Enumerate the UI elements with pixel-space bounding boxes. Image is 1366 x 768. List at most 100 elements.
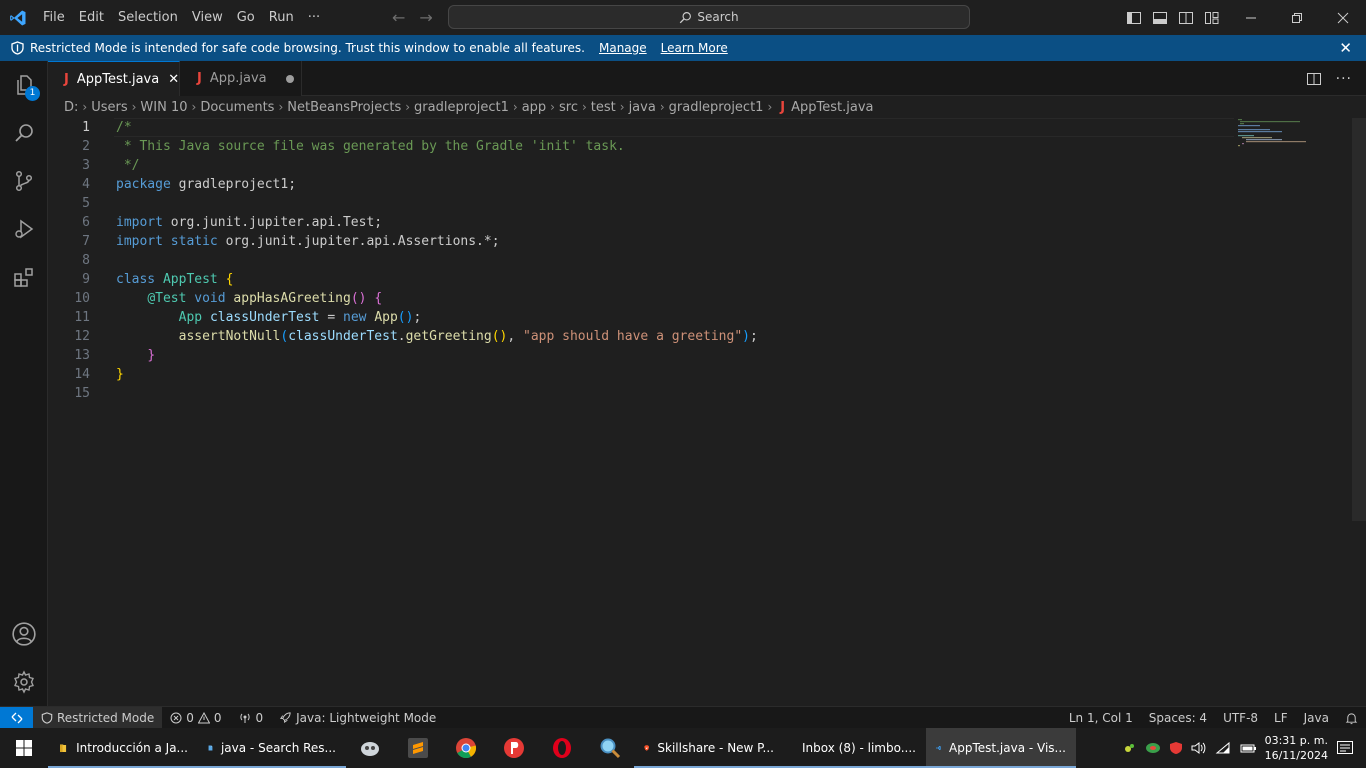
breadcrumb-item[interactable]: java: [629, 100, 656, 115]
menu-view[interactable]: View: [185, 0, 230, 35]
menu-selection[interactable]: Selection: [111, 0, 185, 35]
ports-count: 0: [255, 710, 264, 725]
line-number: 8: [82, 253, 90, 268]
command-center-search[interactable]: Search: [448, 5, 970, 29]
more-actions-icon[interactable]: ···: [1336, 71, 1352, 87]
psiphon-icon[interactable]: [490, 728, 538, 768]
tray-app-icon[interactable]: [1145, 741, 1161, 755]
cursor-position[interactable]: Ln 1, Col 1: [1061, 707, 1141, 729]
extensions-icon[interactable]: [0, 253, 48, 301]
tab-apptest-java[interactable]: J AppTest.java ✕: [48, 61, 180, 96]
breadcrumb-item[interactable]: Users: [91, 100, 127, 115]
layout-controls: [1126, 0, 1220, 35]
toggle-primary-sidebar-icon[interactable]: [1126, 10, 1142, 26]
minimap[interactable]: [1238, 118, 1354, 158]
code-line: @Test void appHasAGreeting() {: [147, 291, 383, 306]
shield-icon: [41, 711, 53, 724]
remote-indicator-icon[interactable]: [0, 706, 33, 729]
code-line: import static org.junit.jupiter.api.Asse…: [116, 234, 500, 249]
manage-link[interactable]: Manage: [599, 41, 647, 55]
menu-run[interactable]: Run: [262, 0, 301, 35]
search-placeholder: Search: [697, 10, 739, 24]
line-number: 6: [82, 215, 90, 230]
menu-more[interactable]: ···: [301, 0, 327, 35]
tab-actions: ···: [1306, 61, 1352, 96]
breadcrumb-item[interactable]: gradleproject1: [414, 100, 509, 115]
chrome-icon[interactable]: [442, 728, 490, 768]
banner-message: Restricted Mode is intended for safe cod…: [30, 41, 585, 55]
opera-icon[interactable]: [538, 728, 586, 768]
restricted-mode-indicator[interactable]: Restricted Mode: [33, 706, 163, 729]
close-banner-icon[interactable]: ✕: [1339, 39, 1352, 57]
taskbar-search-results[interactable]: java - Search Res...: [198, 728, 346, 768]
menu-file[interactable]: File: [36, 0, 72, 35]
restore-icon[interactable]: [1274, 0, 1320, 35]
explorer-icon[interactable]: 1: [0, 61, 48, 109]
taskbar-brave-skillshare[interactable]: Skillshare - New P...: [634, 728, 784, 768]
vscode-icon: [936, 745, 941, 751]
forward-arrow-icon[interactable]: →: [419, 8, 432, 27]
close-window-icon[interactable]: [1320, 0, 1366, 35]
back-arrow-icon[interactable]: ←: [392, 8, 405, 27]
run-and-debug-icon[interactable]: [0, 205, 48, 253]
status-right: Ln 1, Col 1 Spaces: 4 UTF-8 LF Java: [1061, 707, 1366, 729]
code-editor[interactable]: 1 2 3 4 5 6 7 8 9 10 11 12 13 14 15 /* *…: [48, 118, 1366, 706]
end-of-line[interactable]: LF: [1266, 707, 1296, 729]
taskbar-app-icon[interactable]: [346, 728, 394, 768]
accounts-icon[interactable]: [0, 610, 48, 658]
volume-icon[interactable]: [1191, 741, 1207, 755]
system-clock[interactable]: 03:31 p. m. 16/11/2024: [1265, 733, 1328, 763]
security-shield-icon[interactable]: [1169, 741, 1183, 755]
java-status-label: Java: Lightweight Mode: [296, 710, 437, 725]
toggle-panel-icon[interactable]: [1152, 10, 1168, 26]
windows-start-icon[interactable]: [0, 728, 48, 768]
battery-icon[interactable]: [1239, 741, 1257, 755]
taskbar-vscode[interactable]: AppTest.java - Vis...: [926, 728, 1076, 768]
notifications-bell-icon[interactable]: [1337, 707, 1366, 729]
split-editor-icon[interactable]: [1306, 71, 1322, 87]
line-number: 14: [74, 367, 90, 382]
close-tab-icon[interactable]: ✕: [168, 72, 179, 87]
breadcrumb-item[interactable]: gradleproject1: [669, 100, 764, 115]
menu-go[interactable]: Go: [230, 0, 262, 35]
source-control-icon[interactable]: [0, 157, 48, 205]
breadcrumb-item[interactable]: D:: [64, 100, 78, 115]
breadcrumb-item[interactable]: NetBeansProjects: [287, 100, 401, 115]
taskbar-file-explorer[interactable]: Introducción a Ja...: [48, 728, 198, 768]
menu-edit[interactable]: Edit: [72, 0, 111, 35]
notification-center-icon[interactable]: [1336, 740, 1354, 756]
breadcrumb-item[interactable]: Documents: [200, 100, 274, 115]
taskbar-brave-inbox[interactable]: Inbox (8) - limbo....: [784, 728, 926, 768]
encoding[interactable]: UTF-8: [1215, 707, 1266, 729]
line-number: 2: [82, 139, 90, 154]
network-activity-icon[interactable]: [1123, 741, 1137, 755]
taskbar-app-label: Skillshare - New P...: [657, 741, 774, 755]
java-status[interactable]: Java: Lightweight Mode: [271, 707, 444, 729]
code-content[interactable]: /* * This Java source file was generated…: [116, 118, 1236, 403]
breadcrumb-item[interactable]: app: [522, 100, 546, 115]
breadcrumb-item[interactable]: AppTest.java: [791, 100, 873, 115]
breadcrumb-item[interactable]: test: [591, 100, 616, 115]
breadcrumb-item[interactable]: src: [559, 100, 578, 115]
language-mode[interactable]: Java: [1296, 707, 1337, 729]
ports-indicator[interactable]: 0: [230, 707, 272, 729]
sublime-text-icon[interactable]: [394, 728, 442, 768]
learn-more-link[interactable]: Learn More: [661, 41, 728, 55]
wifi-icon[interactable]: [1215, 741, 1231, 755]
minimize-icon[interactable]: [1228, 0, 1274, 35]
breadcrumb-item[interactable]: WIN 10: [140, 100, 187, 115]
activity-bar: 1: [0, 61, 48, 706]
unsaved-dot-icon[interactable]: [285, 74, 294, 83]
toggle-secondary-sidebar-icon[interactable]: [1178, 10, 1194, 26]
manage-gear-icon[interactable]: [0, 658, 48, 706]
error-count: 0: [186, 710, 194, 725]
indentation[interactable]: Spaces: 4: [1141, 707, 1215, 729]
line-number: 7: [82, 234, 90, 249]
magnifier-icon[interactable]: [586, 728, 634, 768]
tab-label: AppTest.java: [76, 71, 160, 87]
problems-indicator[interactable]: 0 0: [162, 707, 229, 729]
search-view-icon[interactable]: [0, 109, 48, 157]
tab-app-java[interactable]: J App.java: [180, 61, 302, 96]
customize-layout-icon[interactable]: [1204, 10, 1220, 26]
editor-scrollbar[interactable]: [1352, 118, 1366, 521]
